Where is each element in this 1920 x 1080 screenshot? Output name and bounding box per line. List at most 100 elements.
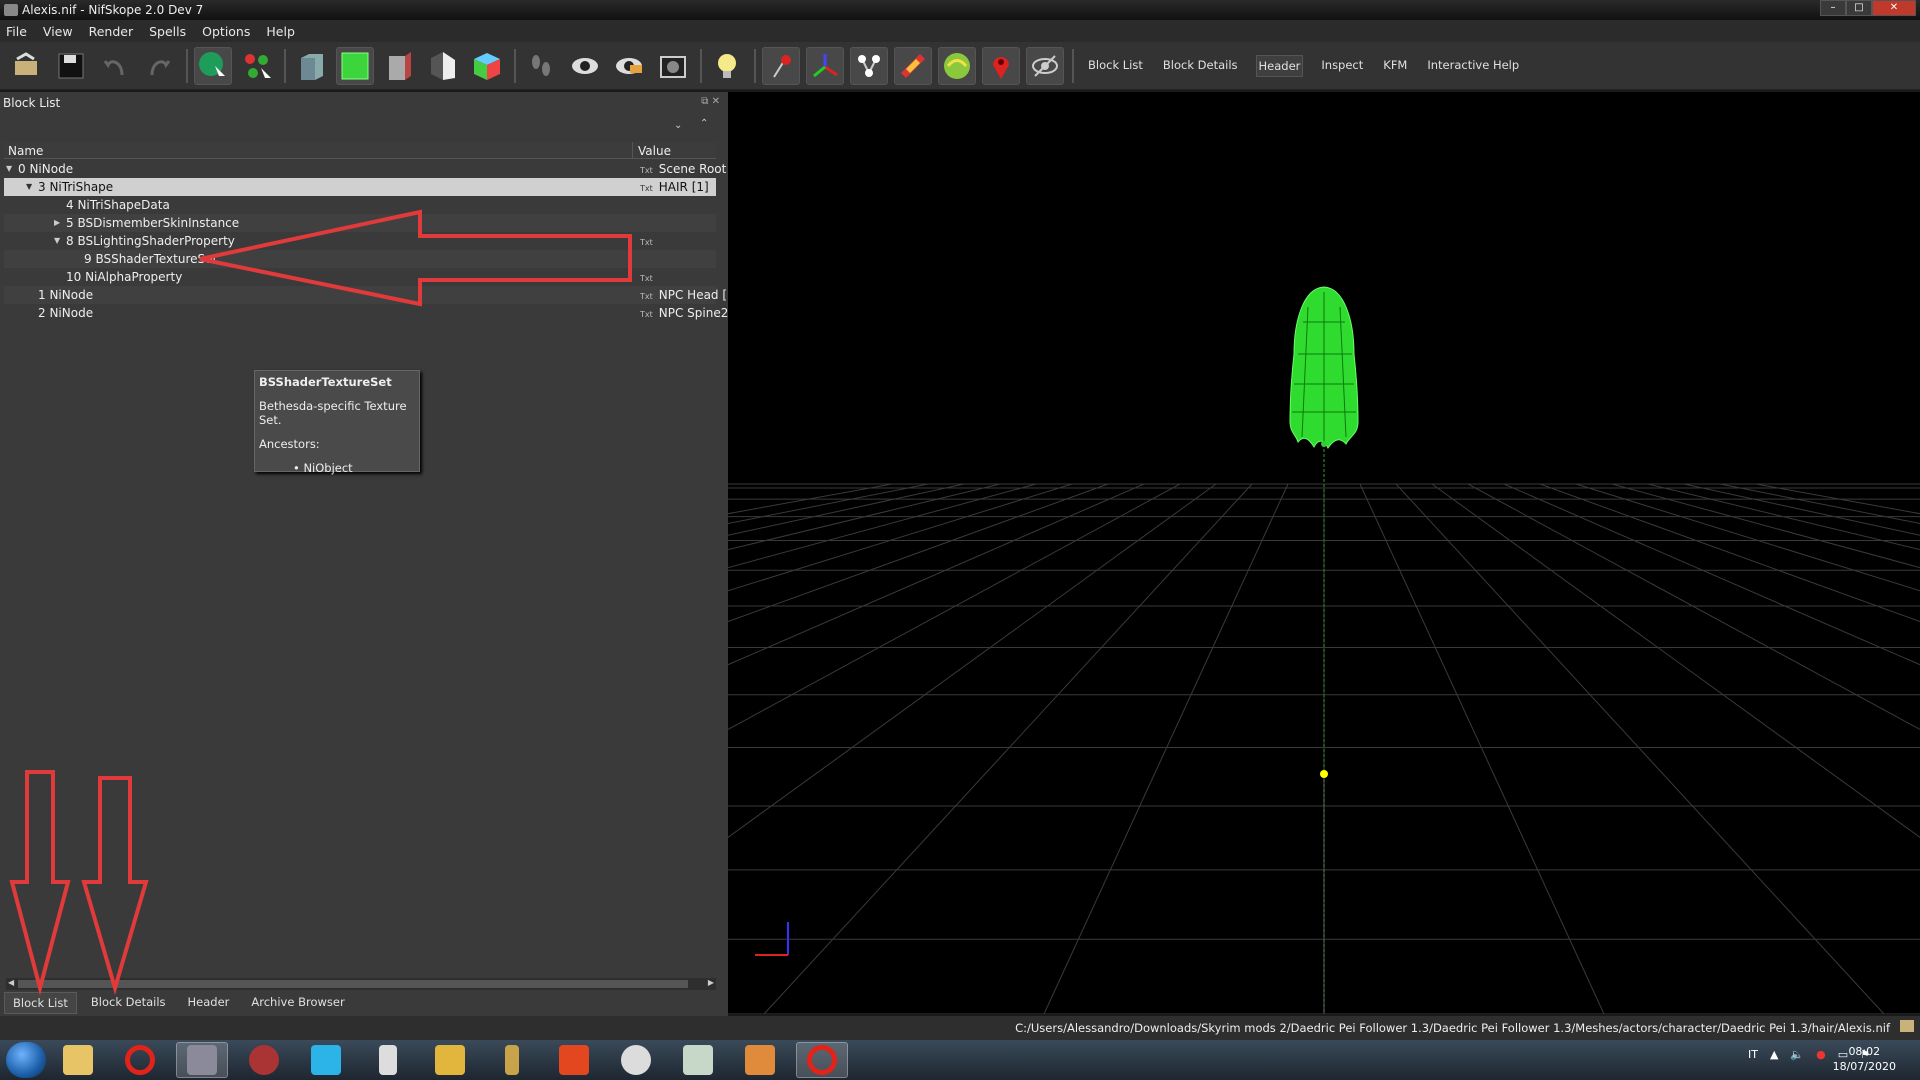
save-button[interactable]: [52, 47, 90, 85]
tray-expand-icon[interactable]: ▲: [1770, 1048, 1778, 1061]
game-icon: [249, 1045, 279, 1075]
menu-help[interactable]: Help: [266, 24, 295, 39]
language-indicator[interactable]: IT: [1748, 1048, 1758, 1061]
tree-row[interactable]: 10 NiAlphaProperty Txt: [4, 268, 716, 286]
resize-grip-icon[interactable]: [1900, 1020, 1914, 1032]
start-button[interactable]: [6, 1042, 46, 1078]
taskbar-itunes[interactable]: [300, 1042, 352, 1078]
node-button[interactable]: [762, 46, 800, 85]
menu-view[interactable]: View: [43, 24, 73, 39]
mail-icon[interactable]: ●: [1816, 1048, 1826, 1061]
panel-float-close-controls[interactable]: ⧉ ✕: [701, 96, 720, 107]
tree-row[interactable]: 9 BSShaderTextureSet: [4, 250, 716, 268]
load-button[interactable]: [8, 47, 46, 85]
constraints-button[interactable]: [938, 46, 976, 85]
volume-icon[interactable]: 🔈: [1790, 1048, 1804, 1061]
toolbar-separator: [1072, 48, 1074, 83]
column-value-header[interactable]: Value: [638, 144, 671, 158]
select-object-button[interactable]: [194, 46, 232, 85]
taskbar-explorer[interactable]: [52, 1042, 104, 1078]
menu-spells[interactable]: Spells: [149, 24, 186, 39]
stripes-button[interactable]: [894, 46, 932, 85]
view-front-button[interactable]: [292, 47, 330, 85]
taskbar-media[interactable]: [176, 1042, 228, 1078]
bottom-tab-block-details[interactable]: Block Details: [83, 992, 174, 1014]
minimize-button[interactable]: –: [1820, 0, 1846, 16]
horizontal-scrollbar[interactable]: ◀ ▶: [6, 978, 716, 990]
tree-row[interactable]: ▼ 0 NiNode Txt Scene Root: [4, 160, 726, 178]
hide-button[interactable]: [610, 47, 648, 85]
tree-row-name: 3 NiTriShape: [38, 180, 114, 194]
taskbar-f-app[interactable]: [548, 1042, 600, 1078]
opera-icon: [125, 1045, 155, 1075]
select-vertex-button[interactable]: [238, 47, 276, 85]
tooltip-ancestor: • NiObject: [293, 461, 353, 475]
expanded-arrow-icon[interactable]: ▼: [6, 160, 12, 178]
taskbar-opera[interactable]: [114, 1042, 166, 1078]
expanded-arrow-icon[interactable]: ▼: [26, 178, 32, 196]
taskbar-folder[interactable]: [424, 1042, 476, 1078]
taskbar-cursor[interactable]: [362, 1042, 414, 1078]
redo-button[interactable]: [140, 47, 178, 85]
taskbar-game[interactable]: [238, 1042, 290, 1078]
tree-row[interactable]: ▼ 3 NiTriShape Txt HAIR [1]: [4, 178, 716, 196]
column-name-header[interactable]: Name: [8, 144, 43, 158]
collapse-all-icon[interactable]: ⌄: [674, 120, 682, 131]
render-viewport[interactable]: [728, 92, 1920, 1014]
column-divider[interactable]: [632, 142, 633, 159]
taskbar-x-app[interactable]: [734, 1042, 786, 1078]
grid-line: [1539, 483, 1920, 623]
system-clock[interactable]: 08:02 18/07/2020: [1833, 1044, 1896, 1074]
view-top-button[interactable]: [336, 46, 374, 85]
toolbar-tab-block-details[interactable]: Block Details: [1161, 55, 1240, 77]
undo-button[interactable]: [96, 47, 134, 85]
taskbar-ff-dec[interactable]: [610, 1042, 662, 1078]
toolbar-tab-header[interactable]: Header: [1255, 54, 1304, 77]
hair-mesh[interactable]: [1289, 286, 1359, 450]
scroll-right-icon[interactable]: ▶: [708, 978, 714, 987]
tree-row-value: Txt NPC Head [: [640, 286, 727, 306]
tree-row[interactable]: ▶ 5 BSDismemberSkinInstance: [4, 214, 716, 232]
screenshot-button[interactable]: [654, 47, 692, 85]
toolbar-tab-kfm[interactable]: KFM: [1381, 55, 1409, 77]
scroll-left-icon[interactable]: ◀: [8, 978, 14, 987]
close-button[interactable]: ✕: [1872, 0, 1916, 16]
menu-render[interactable]: Render: [89, 24, 134, 39]
tree-row-value: Txt NPC Spine2: [640, 304, 728, 324]
toolbar-tab-inspect[interactable]: Inspect: [1319, 55, 1365, 77]
walk-button[interactable]: [522, 47, 560, 85]
tree-row[interactable]: 1 NiNode Txt NPC Head [: [4, 286, 727, 304]
maximize-button[interactable]: □: [1846, 0, 1872, 16]
expand-all-icon[interactable]: ⌃: [700, 118, 708, 129]
save-icon: [58, 53, 84, 78]
view-user-button[interactable]: [468, 47, 506, 85]
bottom-tab-header[interactable]: Header: [180, 992, 238, 1014]
grid-line: [1755, 483, 1920, 515]
toolbar-tab-interactive-help[interactable]: Interactive Help: [1425, 55, 1521, 77]
bottom-tab-block-list[interactable]: Block List: [4, 992, 77, 1014]
light-button[interactable]: [708, 47, 746, 85]
markers-button[interactable]: [982, 46, 1020, 85]
show-button[interactable]: [566, 47, 604, 85]
collapsed-arrow-icon[interactable]: ▶: [54, 214, 60, 232]
tree-row[interactable]: 4 NiTriShapeData: [4, 196, 716, 214]
toolbar-tab-block-list[interactable]: Block List: [1086, 55, 1145, 77]
taskbar-opera-active[interactable]: [796, 1042, 848, 1078]
tree-row[interactable]: 2 NiNode Txt NPC Spine2: [4, 304, 728, 322]
bottom-tab-archive-browser[interactable]: Archive Browser: [243, 992, 352, 1014]
connections-button[interactable]: [850, 46, 888, 85]
hidden-button[interactable]: [1026, 46, 1064, 85]
menu-options[interactable]: Options: [202, 24, 250, 39]
taskbar-arrow-app[interactable]: [486, 1042, 538, 1078]
expanded-arrow-icon[interactable]: ▼: [54, 232, 60, 250]
ff-dec-icon: [621, 1045, 651, 1075]
scrollbar-thumb[interactable]: [18, 980, 688, 988]
tree-row[interactable]: ▼ 8 BSLightingShaderProperty Txt: [4, 232, 716, 250]
axes-button[interactable]: [806, 46, 844, 85]
taskbar-window-app[interactable]: [672, 1042, 724, 1078]
view-flip-button[interactable]: [424, 47, 462, 85]
markers-icon: [993, 56, 1009, 79]
menu-file[interactable]: File: [6, 24, 27, 39]
arrow-app-icon: [505, 1045, 519, 1075]
view-side-button[interactable]: [380, 47, 418, 85]
